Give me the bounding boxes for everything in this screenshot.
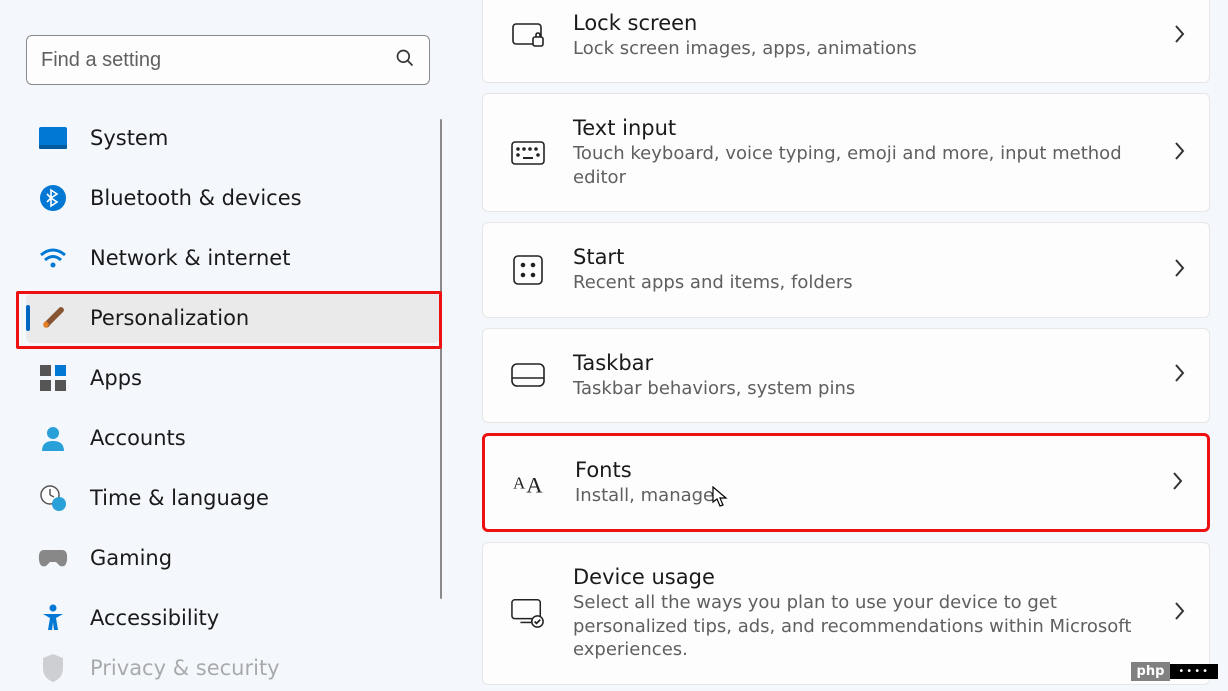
card-desc: Select all the ways you plan to use your… bbox=[573, 591, 1173, 661]
card-device-usage[interactable]: Device usage Select all the ways you pla… bbox=[482, 542, 1210, 684]
sidebar-item-label: Gaming bbox=[90, 546, 172, 570]
sidebar-item-personalization[interactable]: Personalization bbox=[26, 293, 440, 343]
sidebar-item-label: Personalization bbox=[90, 306, 249, 330]
card-title: Fonts bbox=[575, 458, 1171, 482]
main-content: Lock screen Lock screen images, apps, an… bbox=[450, 10, 1228, 691]
watermark: php •••• bbox=[1131, 662, 1218, 681]
card-text: Lock screen Lock screen images, apps, an… bbox=[573, 11, 1173, 60]
chevron-right-icon bbox=[1173, 24, 1185, 48]
settings-app: System Bluetooth & devices Network & int… bbox=[0, 0, 1228, 691]
sidebar-item-bluetooth[interactable]: Bluetooth & devices bbox=[26, 173, 440, 223]
svg-text:A: A bbox=[513, 473, 526, 492]
sidebar-item-label: Network & internet bbox=[90, 246, 290, 270]
card-title: Device usage bbox=[573, 565, 1173, 589]
sidebar-item-network[interactable]: Network & internet bbox=[26, 233, 440, 283]
sidebar-item-label: Accessibility bbox=[90, 606, 219, 630]
person-icon bbox=[38, 423, 68, 453]
sidebar-item-label: Apps bbox=[90, 366, 142, 390]
scrollbar[interactable] bbox=[440, 119, 442, 599]
card-text: Start Recent apps and items, folders bbox=[573, 245, 1173, 294]
card-desc: Install, manage bbox=[575, 484, 1171, 507]
svg-text:A: A bbox=[526, 472, 543, 497]
sidebar-item-accounts[interactable]: Accounts bbox=[26, 413, 440, 463]
card-fonts[interactable]: AA Fonts Install, manage bbox=[482, 433, 1210, 532]
card-text: Taskbar Taskbar behaviors, system pins bbox=[573, 351, 1173, 400]
device-usage-icon bbox=[511, 596, 545, 630]
clock-globe-icon bbox=[38, 483, 68, 513]
card-desc: Lock screen images, apps, animations bbox=[573, 37, 1173, 60]
gamepad-icon bbox=[38, 543, 68, 573]
sidebar-item-label: Accounts bbox=[90, 426, 186, 450]
card-text: Text input Touch keyboard, voice typing,… bbox=[573, 116, 1173, 189]
sidebar-item-privacy[interactable]: Privacy & security bbox=[26, 653, 440, 683]
chevron-right-icon bbox=[1171, 471, 1183, 495]
search-box[interactable] bbox=[26, 35, 430, 85]
fonts-icon: AA bbox=[513, 466, 547, 500]
keyboard-icon bbox=[511, 136, 545, 170]
card-lock-screen[interactable]: Lock screen Lock screen images, apps, an… bbox=[482, 0, 1210, 83]
taskbar-icon bbox=[511, 358, 545, 392]
card-title: Taskbar bbox=[573, 351, 1173, 375]
search-input[interactable] bbox=[41, 49, 395, 72]
sidebar-item-accessibility[interactable]: Accessibility bbox=[26, 593, 440, 643]
accessibility-icon bbox=[38, 603, 68, 633]
card-title: Lock screen bbox=[573, 11, 1173, 35]
search-icon bbox=[395, 48, 415, 72]
lock-screen-icon bbox=[511, 19, 545, 53]
card-text: Fonts Install, manage bbox=[575, 458, 1171, 507]
card-text-input[interactable]: Text input Touch keyboard, voice typing,… bbox=[482, 93, 1210, 212]
chevron-right-icon bbox=[1173, 141, 1185, 165]
sidebar-item-label: Bluetooth & devices bbox=[90, 186, 302, 210]
card-start[interactable]: Start Recent apps and items, folders bbox=[482, 222, 1210, 317]
card-taskbar[interactable]: Taskbar Taskbar behaviors, system pins bbox=[482, 328, 1210, 423]
card-desc: Taskbar behaviors, system pins bbox=[573, 377, 1173, 400]
nav-list: System Bluetooth & devices Network & int… bbox=[26, 113, 440, 683]
card-desc: Touch keyboard, voice typing, emoji and … bbox=[573, 142, 1173, 189]
watermark-left: php bbox=[1131, 662, 1171, 681]
bluetooth-icon bbox=[38, 183, 68, 213]
chevron-right-icon bbox=[1173, 601, 1185, 625]
card-text: Device usage Select all the ways you pla… bbox=[573, 565, 1173, 661]
chevron-right-icon bbox=[1173, 258, 1185, 282]
sidebar-item-label: Privacy & security bbox=[90, 656, 280, 680]
sidebar-item-apps[interactable]: Apps bbox=[26, 353, 440, 403]
card-desc: Recent apps and items, folders bbox=[573, 271, 1173, 294]
sidebar-item-label: Time & language bbox=[90, 486, 269, 510]
sidebar: System Bluetooth & devices Network & int… bbox=[0, 10, 450, 691]
paintbrush-icon bbox=[38, 303, 68, 333]
card-title: Start bbox=[573, 245, 1173, 269]
wifi-icon bbox=[38, 243, 68, 273]
apps-icon bbox=[38, 363, 68, 393]
card-title: Text input bbox=[573, 116, 1173, 140]
sidebar-item-label: System bbox=[90, 126, 168, 150]
watermark-right: •••• bbox=[1170, 664, 1218, 679]
chevron-right-icon bbox=[1173, 363, 1185, 387]
sidebar-item-gaming[interactable]: Gaming bbox=[26, 533, 440, 583]
shield-icon bbox=[38, 653, 68, 683]
sidebar-item-time[interactable]: Time & language bbox=[26, 473, 440, 523]
sidebar-item-system[interactable]: System bbox=[26, 113, 440, 163]
start-grid-icon bbox=[511, 253, 545, 287]
system-icon bbox=[38, 123, 68, 153]
